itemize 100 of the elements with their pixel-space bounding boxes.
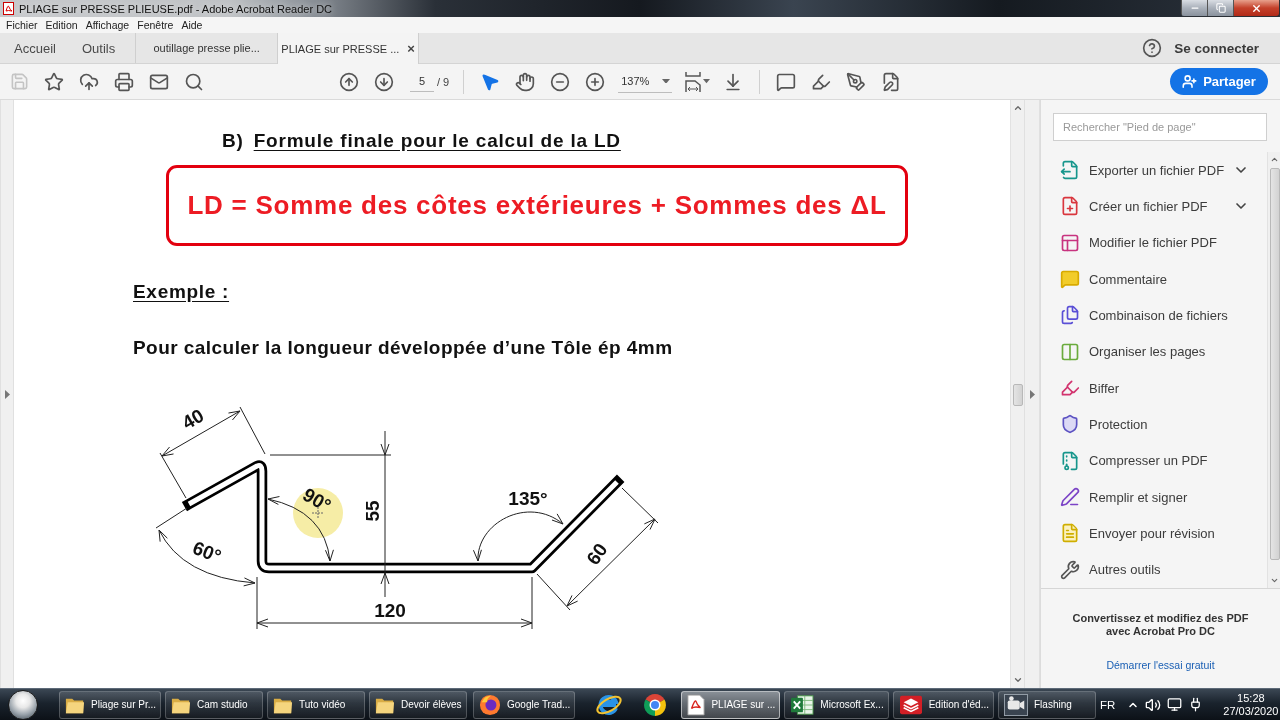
- dimension-label: 60: [582, 539, 612, 569]
- scroll-up-icon: [1012, 103, 1023, 113]
- hand-icon: [515, 71, 536, 92]
- tool-item[interactable]: Biffer: [1041, 369, 1268, 407]
- taskbar-button[interactable]: Cam studio: [165, 690, 264, 719]
- scrollbar[interactable]: [1267, 152, 1280, 588]
- tool-item[interactable]: Remplir et signer: [1041, 478, 1268, 516]
- network-icon[interactable]: [1167, 697, 1183, 712]
- caret-right-icon[interactable]: [1029, 389, 1035, 399]
- caret-right-icon[interactable]: [4, 389, 10, 399]
- save-icon: [9, 72, 29, 91]
- comment-icon: [1060, 269, 1080, 290]
- close-tab-button[interactable]: ×: [407, 41, 415, 56]
- nav-tab[interactable]: Outils: [67, 33, 128, 63]
- menu-item[interactable]: Aide: [177, 19, 207, 31]
- pdf-document-icon: [687, 693, 706, 716]
- zoom-out-icon: [550, 71, 571, 92]
- document-tab[interactable]: PLIAGE sur PRESSE ... ×: [277, 33, 420, 64]
- close-button[interactable]: [1233, 0, 1279, 16]
- print-icon: [114, 71, 134, 92]
- pen-icon: [1060, 487, 1080, 508]
- page-number-field[interactable]: 5: [410, 71, 434, 92]
- menu-item[interactable]: Affichage: [81, 19, 134, 31]
- volume-icon[interactable]: [1145, 696, 1162, 713]
- zoom-in-icon: [585, 71, 606, 92]
- fit-page-button[interactable]: [683, 69, 711, 94]
- example-text: Pour calculer la longueur développée d’une Tôle ép 4mm: [133, 337, 673, 359]
- cloud-upload-icon: [79, 71, 99, 92]
- zoom-dropdown[interactable]: 137%: [618, 70, 673, 93]
- tool-item[interactable]: Autres outils: [1041, 551, 1268, 588]
- scroll-up-icon: [1270, 155, 1280, 164]
- tool-item[interactable]: Protection: [1041, 406, 1268, 443]
- tool-item[interactable]: Compresser un PDF: [1041, 442, 1268, 479]
- taskbar-button[interactable]: Flashing: [998, 690, 1096, 719]
- minimize-button[interactable]: [1181, 0, 1207, 16]
- scrollbar-thumb[interactable]: [1012, 384, 1023, 406]
- sign-in-button[interactable]: Se connecter: [1174, 40, 1259, 56]
- tool-item[interactable]: Exporter un fichier PDF: [1041, 152, 1268, 189]
- trial-link[interactable]: Démarrer l'essai gratuit: [1106, 659, 1215, 671]
- file-export-icon: [1060, 160, 1080, 181]
- tool-item[interactable]: Modifier le fichier PDF: [1041, 224, 1268, 261]
- restore-icon: [1215, 3, 1226, 13]
- tool-item[interactable]: Envoyer pour révision: [1041, 515, 1268, 552]
- taskbar-button[interactable]: PLIAGE sur ...: [681, 690, 781, 719]
- close-icon: [1251, 2, 1262, 14]
- comment-icon: [776, 71, 797, 92]
- circle-logo-icon: [479, 693, 502, 716]
- start-button[interactable]: [8, 689, 38, 720]
- marker-icon: [1060, 378, 1080, 399]
- app-logo-icon: [898, 693, 923, 716]
- angle-label: 90°: [299, 483, 335, 517]
- arrow-up-icon: [339, 71, 359, 92]
- menu-item[interactable]: Fichier: [2, 19, 42, 31]
- caret-icon: [662, 78, 671, 84]
- restore-button[interactable]: [1207, 0, 1233, 16]
- clock[interactable]: 15:28 27/03/2020: [1223, 691, 1279, 718]
- scrollbar-thumb[interactable]: [1269, 168, 1280, 560]
- star-icon: [44, 71, 64, 92]
- dimension-label: 40: [178, 404, 208, 434]
- scroll-down-icon: [1012, 675, 1023, 685]
- taskbar-button[interactable]: Pliage sur Pr...: [59, 690, 162, 719]
- document-icon: [1060, 523, 1080, 544]
- arrow-down-icon: [374, 71, 394, 92]
- taskbar-button[interactable]: Microsoft Ex...: [784, 690, 889, 719]
- scroll-down-icon: [1270, 576, 1280, 585]
- share-button[interactable]: Partager: [1170, 68, 1268, 95]
- dimension-label: 55: [361, 500, 383, 522]
- menu-item[interactable]: Edition: [41, 19, 82, 31]
- language-indicator[interactable]: FR: [1100, 698, 1116, 711]
- scrollbar[interactable]: [1010, 100, 1024, 688]
- menu-item[interactable]: Fenêtre: [133, 19, 178, 31]
- highlighter-icon: [811, 71, 832, 92]
- angle-label: 135°: [508, 487, 548, 509]
- files-icon: [1060, 305, 1080, 326]
- taskbar-button[interactable]: Edition d'éd...: [892, 690, 994, 719]
- page-count: / 9: [437, 75, 450, 88]
- nav-tab[interactable]: Accueil: [0, 33, 68, 63]
- angle-label: 60°: [189, 536, 225, 568]
- file-pen-icon: [881, 71, 902, 92]
- wrench-icon: [1060, 559, 1080, 580]
- promo-text: Convertissez et modifiez des PDF avec Acrobat Pro DC: [1071, 612, 1250, 638]
- search-icon: [184, 71, 204, 92]
- video-camera-icon: [1004, 693, 1028, 716]
- section-heading: Formule finale pour le calcul de la LD: [253, 130, 621, 152]
- taskbar-button[interactable]: Tuto vidéo: [267, 690, 366, 719]
- cursor-highlight: [293, 488, 343, 538]
- caret-icon: [703, 79, 711, 84]
- user-plus-icon: [1182, 74, 1198, 89]
- help-icon[interactable]: [1142, 38, 1163, 58]
- file-archive-icon: [1060, 450, 1080, 471]
- taskbar-button[interactable]: Google Trad...: [473, 690, 576, 719]
- taskbar-button[interactable]: Devoir élèves: [369, 690, 468, 719]
- tool-item[interactable]: Commentaire: [1041, 261, 1268, 298]
- file-plus-icon: [1060, 196, 1080, 217]
- pen-nib-icon: [846, 71, 867, 92]
- tool-item[interactable]: Créer un fichier PDF: [1041, 188, 1268, 225]
- tool-item[interactable]: Organiser les pages: [1041, 333, 1268, 370]
- layout-edit-icon: [1060, 232, 1080, 253]
- tool-item[interactable]: Combinaison de fichiers: [1041, 297, 1268, 334]
- formula-text: LD = Somme des côtes extérieures + Sommes des ΔL: [187, 190, 887, 221]
